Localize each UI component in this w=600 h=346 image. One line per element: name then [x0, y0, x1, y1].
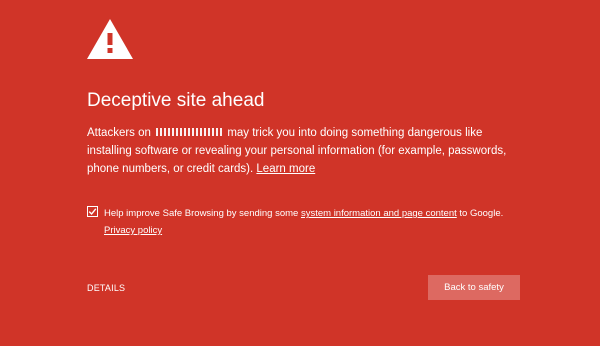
details-button[interactable]: DETAILS [87, 283, 125, 293]
safe-browsing-text-before: Help improve Safe Browsing by sending so… [104, 208, 301, 219]
privacy-policy-link[interactable]: Privacy policy [104, 222, 162, 240]
interstitial-page: Deceptive site ahead Attackers on may tr… [0, 0, 600, 346]
learn-more-link[interactable]: Learn more [256, 163, 315, 175]
page-title: Deceptive site ahead [87, 90, 265, 111]
checkmark-icon [88, 208, 97, 216]
safe-browsing-label: Help improve Safe Browsing by sending so… [104, 205, 524, 223]
back-to-safety-button[interactable]: Back to safety [428, 275, 520, 300]
safe-browsing-checkbox[interactable] [87, 206, 98, 217]
redacted-site-name [156, 127, 223, 136]
system-information-link[interactable]: system information and page content [301, 208, 457, 219]
message-prefix: Attackers on [87, 127, 151, 139]
safe-browsing-text-after: to Google. [456, 208, 504, 219]
warning-message: Attackers on may trick you into doing so… [87, 124, 527, 178]
warning-triangle-icon [87, 19, 133, 59]
